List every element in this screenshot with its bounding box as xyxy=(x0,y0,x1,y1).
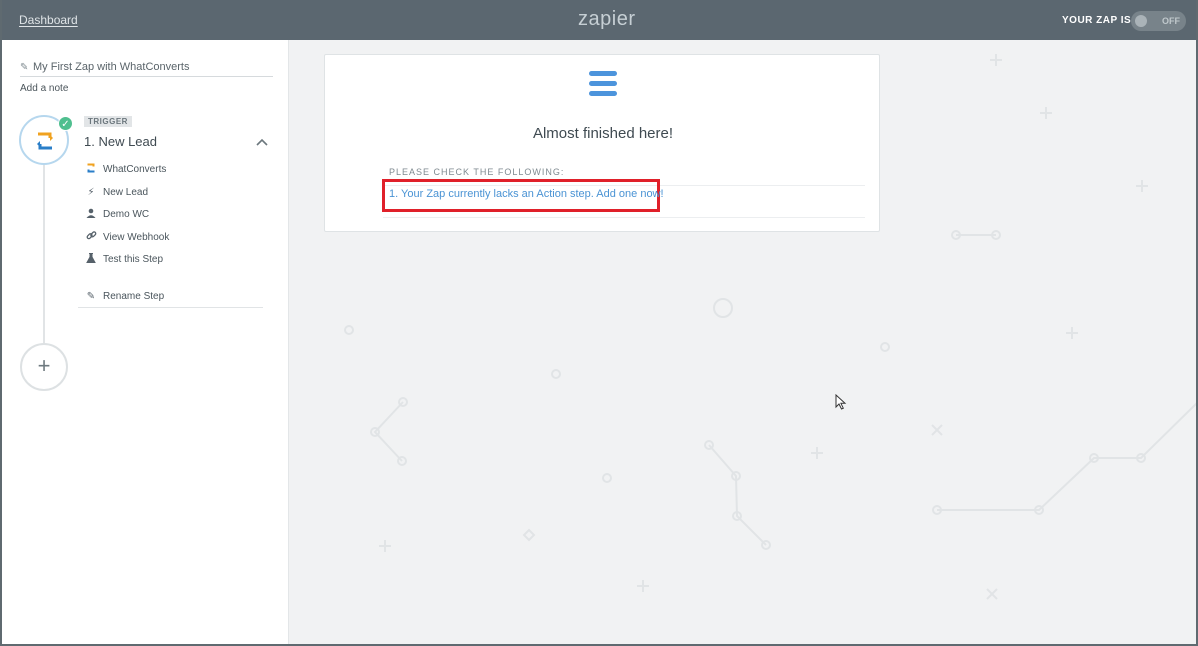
checklist-label: PLEASE CHECK THE FOLLOWING: xyxy=(389,167,565,177)
step-item-event[interactable]: ⚡ New Lead xyxy=(84,184,148,200)
status-card: Almost finished here! PLEASE CHECK THE F… xyxy=(324,54,880,232)
divider xyxy=(383,217,865,218)
step-item-account[interactable]: Demo WC xyxy=(84,206,149,222)
pencil-icon: ✎ xyxy=(20,62,29,73)
rename-step-button[interactable]: ✎ Rename Step xyxy=(84,288,164,304)
step-title[interactable]: 1. New Lead xyxy=(84,134,157,149)
step-item-label: Test this Step xyxy=(103,253,164,265)
toggle-knob xyxy=(1135,15,1147,27)
logo-text: zapier xyxy=(578,8,636,30)
add-step-button[interactable]: + xyxy=(20,343,68,391)
lightning-icon: ⚡ xyxy=(87,186,95,198)
step-item-app[interactable]: WhatConverts xyxy=(84,161,166,177)
step-item-test[interactable]: Test this Step xyxy=(84,251,163,267)
zapier-logo[interactable]: zapier xyxy=(578,8,635,31)
checkmark-icon: ✓ xyxy=(58,116,73,131)
step-item-label: New Lead xyxy=(103,186,149,198)
add-action-step-link[interactable]: 1. Your Zap currently lacks an Action st… xyxy=(389,188,664,200)
chevron-up-icon[interactable] xyxy=(256,133,268,149)
sidebar: ✎ My First Zap with WhatConverts Add a no… xyxy=(2,40,289,644)
divider xyxy=(78,307,263,308)
menu-icon xyxy=(589,71,617,97)
zap-status-label: YOUR ZAP IS xyxy=(1062,15,1132,26)
whatconverts-icon xyxy=(84,163,98,176)
step-item-webhook[interactable]: View Webhook xyxy=(84,229,169,245)
step-item-label: WhatConverts xyxy=(103,163,167,175)
step-item-label: View Webhook xyxy=(103,231,170,243)
link-icon xyxy=(84,230,98,244)
toggle-state-text: OFF xyxy=(1162,16,1180,26)
flask-icon xyxy=(84,252,98,266)
app-window: Dashboard zapier YOUR ZAP IS OFF ✎ My Fir… xyxy=(0,0,1198,646)
whatconverts-icon xyxy=(37,132,53,150)
add-note-link[interactable]: Add a note xyxy=(20,83,68,94)
card-heading: Almost finished here! xyxy=(532,125,674,142)
dashboard-link[interactable]: Dashboard xyxy=(19,13,78,27)
zap-name-text: My First Zap with WhatConverts xyxy=(33,61,190,73)
pencil-icon: ✎ xyxy=(86,290,96,302)
trigger-badge: TRIGGER xyxy=(84,116,132,127)
step-item-label: Rename Step xyxy=(103,290,165,302)
step-timeline xyxy=(43,156,45,346)
mouse-cursor-icon xyxy=(835,394,847,410)
user-icon xyxy=(84,208,98,221)
zap-on-off-toggle[interactable]: OFF xyxy=(1131,11,1186,31)
top-bar: Dashboard zapier YOUR ZAP IS OFF xyxy=(2,0,1196,40)
zap-name-field[interactable]: ✎ My First Zap with WhatConverts xyxy=(20,61,273,77)
step-item-label: Demo WC xyxy=(103,208,150,220)
